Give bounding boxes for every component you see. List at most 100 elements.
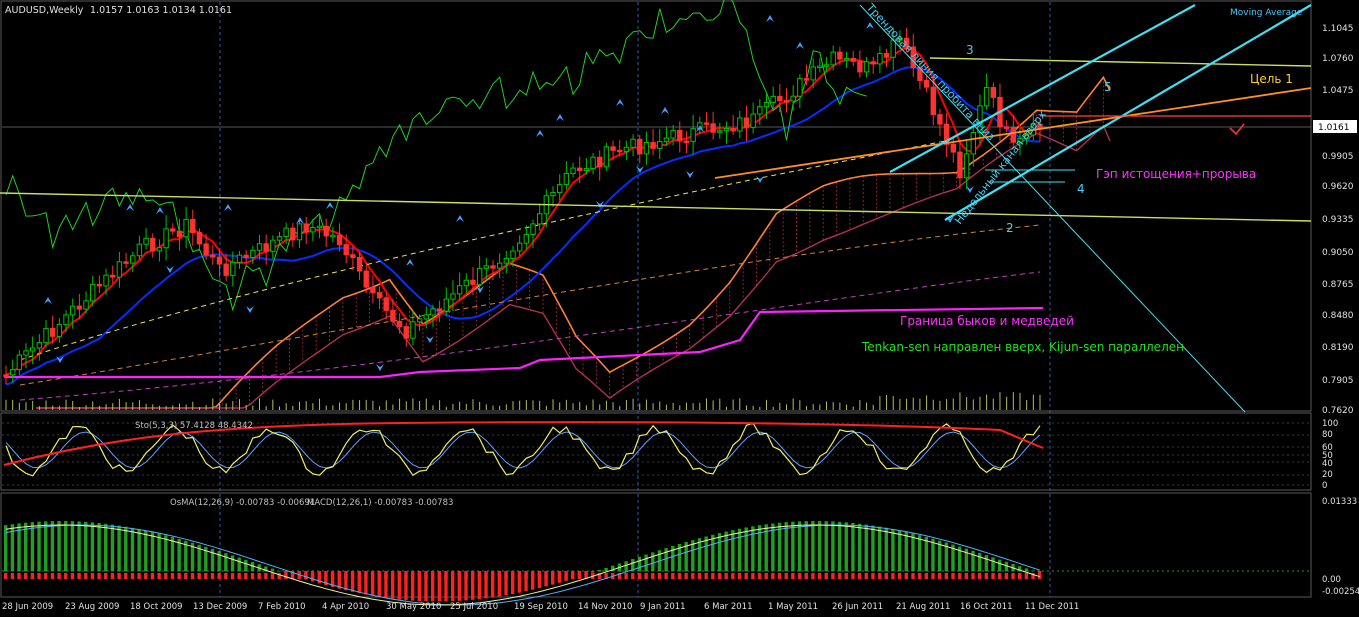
osma-bar: [137, 573, 141, 579]
osma-bar: [991, 573, 995, 579]
candle-body: [403, 326, 409, 339]
candle-body: [216, 256, 223, 265]
chart-canvas[interactable]: AUDUSD,Weekly 1.0157 1.0163 1.0134 1.016…: [0, 0, 1359, 617]
candle-body: [210, 254, 216, 258]
time-tick-label: 23 Aug 2009: [65, 602, 119, 612]
osma-bar: [977, 573, 982, 579]
candle-body: [777, 95, 783, 102]
candle-body: [530, 223, 536, 235]
osma-bar: [551, 573, 555, 579]
candle-body: [650, 142, 656, 149]
candle-body: [623, 146, 630, 153]
candle-body: [36, 342, 43, 349]
current-price-label: 1.0161: [1318, 123, 1350, 133]
candle-body: [316, 225, 323, 229]
candle-body: [416, 318, 423, 323]
osma-bar: [417, 573, 421, 579]
candle-body: [770, 95, 776, 103]
osma-bar: [24, 573, 28, 579]
time-tick-label: 9 Jan 2011: [640, 602, 686, 612]
osma-bar: [117, 573, 121, 579]
macd-histogram-bar: [44, 521, 48, 572]
osma-bar: [230, 573, 235, 579]
osma-bar: [804, 573, 808, 579]
candle-body: [356, 256, 363, 272]
macd-histogram-bar: [797, 521, 802, 572]
candle-body: [830, 51, 836, 66]
macd-histogram-bar: [144, 530, 148, 572]
osma-bar: [404, 573, 408, 579]
osma-bar: [717, 573, 722, 579]
osma-bar: [1017, 573, 1022, 579]
osma-bar: [817, 573, 822, 579]
candle-body: [563, 172, 570, 186]
osma-bar: [90, 573, 95, 579]
macd-histogram-bar: [24, 522, 28, 572]
osma-bar: [857, 573, 862, 579]
macd-histogram-bar: [70, 521, 75, 572]
osma-bar: [337, 573, 341, 579]
osma-bar: [250, 573, 255, 579]
candle-body: [603, 146, 610, 168]
macd-histogram-bar: [1031, 570, 1035, 572]
candle-body: [823, 64, 830, 67]
macd-histogram-bar: [224, 553, 228, 572]
time-tick-label: 30 May 2010: [386, 602, 441, 612]
macd-histogram-bar: [50, 521, 55, 572]
candle-body: [583, 168, 590, 171]
osma-bar: [317, 573, 321, 579]
macd-label: MACD(12,26,1) -0.00783 -0.00783: [307, 498, 453, 508]
price-tick: 0.9335: [1322, 215, 1354, 225]
osma-bar: [884, 573, 888, 579]
candle-body: [9, 369, 16, 376]
candle-body: [49, 327, 56, 337]
candle-body: [283, 227, 289, 238]
osma-bar: [557, 573, 562, 579]
price-tick: 1.1045: [1322, 24, 1354, 34]
osma-bar: [871, 573, 875, 579]
osma-bar: [324, 573, 328, 579]
osma-bar: [64, 573, 68, 579]
macd-histogram-bar: [157, 533, 161, 572]
osma-bar: [637, 573, 642, 579]
osma-bar: [824, 573, 828, 579]
osma-bar: [964, 573, 969, 579]
osma-bar: [270, 573, 275, 579]
macd-histogram-bar: [811, 521, 815, 572]
osma-bar: [357, 573, 361, 579]
candle-body: [423, 314, 429, 320]
macd-histogram-bar: [57, 521, 61, 572]
osma-bar: [664, 573, 668, 579]
candle-body: [963, 153, 970, 179]
macd-histogram-bar: [824, 521, 828, 572]
stoch-tick: 0: [1322, 481, 1327, 491]
osma-bar: [350, 573, 355, 579]
candle-body: [863, 61, 870, 73]
candle-body: [870, 61, 876, 65]
candle-body: [610, 146, 616, 151]
candle-body: [436, 308, 443, 312]
osma-bar: [944, 573, 949, 579]
macd-histogram-bar: [177, 538, 181, 572]
candle-body: [597, 156, 603, 168]
macd-histogram-bar: [831, 521, 835, 572]
osma-bar: [677, 573, 682, 579]
candle-body: [256, 243, 263, 251]
candle-body: [737, 117, 743, 132]
osma-bar: [237, 573, 241, 579]
candle-body: [90, 283, 96, 302]
candle-body: [983, 86, 990, 107]
macd-histogram-bar: [64, 521, 68, 572]
osma-bar: [77, 573, 81, 579]
osma-bar: [10, 573, 15, 579]
candle-body: [396, 320, 403, 328]
candle-body: [230, 261, 236, 276]
osma-bar: [724, 573, 728, 579]
macd-histogram-bar: [597, 570, 602, 572]
osma-bar: [997, 573, 1002, 579]
macd-histogram-bar: [697, 538, 702, 572]
macd-histogram-bar: [37, 521, 41, 572]
osma-bar: [877, 573, 882, 579]
stoch-tick: 20: [1322, 470, 1333, 480]
candle-body: [190, 218, 196, 234]
